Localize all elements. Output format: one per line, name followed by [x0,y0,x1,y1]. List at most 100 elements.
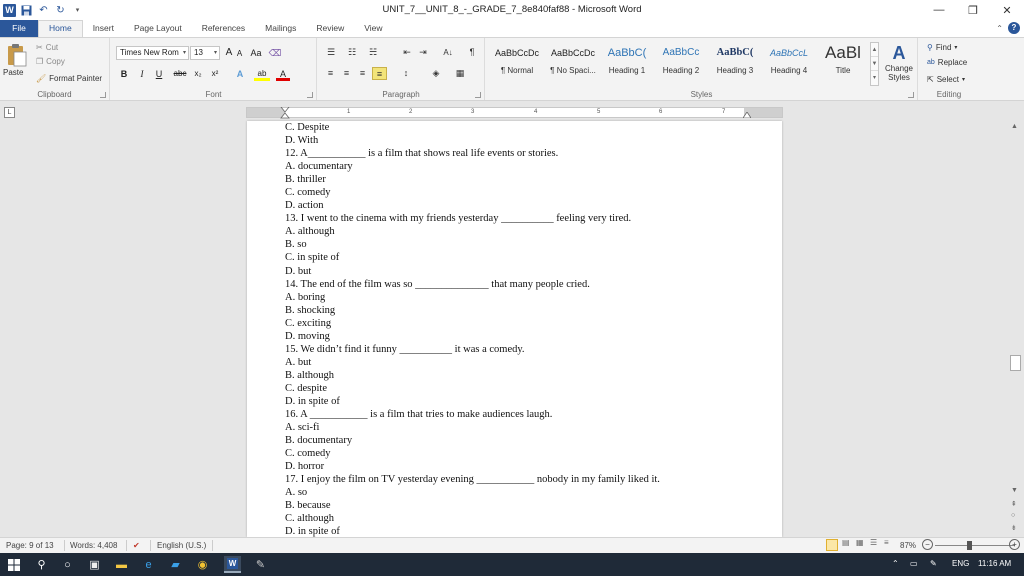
cut-button[interactable]: ✂ Cut [36,43,58,52]
size-dropdown-icon[interactable]: ▾ [214,47,217,59]
tab-selector-icon[interactable]: L [4,107,15,118]
minimize-button[interactable]: — [922,0,956,20]
scroll-thumb[interactable] [1010,355,1021,371]
help-icon[interactable]: ? [1008,22,1020,34]
format-painter-button[interactable]: 🖌 Format Painter [36,74,102,83]
paste-button[interactable]: Paste [3,68,23,77]
customize-qat-icon[interactable]: ▾ [71,4,84,17]
copy-button[interactable]: ❐ Copy [36,57,65,66]
chrome-icon[interactable]: ◉ [194,556,211,573]
language-indicator[interactable]: English (U.S.) [157,541,206,550]
styles-launcher-icon[interactable] [908,92,914,98]
clipboard-launcher-icon[interactable] [100,92,106,98]
font-color-button[interactable]: A [276,67,290,81]
styles-gallery-scroll[interactable]: ▲ ▼ ▾ [870,42,879,86]
strikethrough-button[interactable]: abc [171,67,189,81]
multilevel-list-button[interactable]: ☵ [364,46,382,59]
next-page-icon[interactable]: ⇟ [1011,524,1017,532]
start-icon[interactable] [5,556,22,573]
bold-button[interactable]: B [118,67,130,81]
superscript-button[interactable]: x² [208,67,222,81]
style-heading-2[interactable]: AaBbCc Heading 2 [654,44,708,78]
gallery-more-icon[interactable]: ▾ [871,71,878,85]
draft-icon[interactable]: ≡ [884,538,889,547]
zoom-out-icon[interactable]: − [922,539,933,550]
font-size-box[interactable]: 13 ▾ [190,46,220,60]
vertical-scrollbar[interactable]: ▲ ▼ ⇞ ○ ⇟ [1007,101,1024,537]
grow-font-button[interactable]: A [224,46,234,60]
change-styles-button[interactable]: A Change Styles [882,42,916,82]
print-layout-icon[interactable] [826,539,838,551]
battery-icon[interactable]: ▭ [910,559,918,568]
gallery-down-icon[interactable]: ▼ [871,57,878,71]
style-heading-3[interactable]: AaBbC( Heading 3 [708,44,762,78]
clear-formatting-button[interactable]: ⌫ [268,46,282,60]
right-indent-marker-icon[interactable] [743,112,751,118]
align-left-button[interactable]: ≡ [324,67,337,80]
zoom-slider[interactable] [935,545,1015,546]
borders-button[interactable]: ▦ [452,67,468,80]
font-dropdown-icon[interactable]: ▾ [183,47,186,59]
italic-button[interactable]: I [136,67,148,81]
show-marks-button[interactable]: ¶ [466,46,478,59]
edge-icon[interactable]: e [140,556,157,573]
full-screen-icon[interactable]: ▤ [842,538,850,547]
search-icon[interactable]: ⚲ [33,556,50,573]
minimize-ribbon-icon[interactable]: ⌃ [996,24,1003,33]
center-button[interactable]: ≡ [340,67,353,80]
style-no-spacing[interactable]: AaBbCcDc ¶ No Spaci... [546,44,600,78]
app-taskbar-icon[interactable]: ✎ [252,556,269,573]
pen-icon[interactable]: ✎ [930,559,937,568]
shading-button[interactable]: ◈ [428,67,444,80]
tab-home[interactable]: Home [38,20,83,37]
tab-mailings[interactable]: Mailings [255,21,306,37]
web-layout-icon[interactable]: ▦ [856,538,864,547]
word-count[interactable]: Words: 4,408 [70,541,117,550]
underline-button[interactable]: U [153,67,165,81]
close-button[interactable]: ✕ [990,0,1024,20]
cortana-icon[interactable]: ○ [59,556,76,573]
font-launcher-icon[interactable] [307,92,313,98]
zoom-level[interactable]: 87% [900,541,916,550]
subscript-button[interactable]: x₂ [191,67,205,81]
undo-icon[interactable]: ↶ [37,4,50,17]
outline-icon[interactable]: ☰ [870,538,877,547]
scroll-down-icon[interactable]: ▼ [1011,487,1018,494]
save-icon[interactable] [20,4,33,17]
highlight-button[interactable]: ab [254,67,270,81]
file-explorer-icon[interactable]: ▬ [113,556,130,573]
bullets-button[interactable]: ☰ [322,46,340,59]
text-effects-button[interactable]: A [233,67,247,81]
browse-object-icon[interactable]: ○ [1011,512,1015,519]
line-spacing-button[interactable]: ↕ [398,67,414,80]
change-case-button[interactable]: Aa [248,46,264,60]
document-page[interactable]: C. Despite D. With 12. A___________ is a f… [247,121,782,537]
paste-icon[interactable] [6,43,27,67]
tab-references[interactable]: References [192,21,255,37]
find-button[interactable]: ⚲ Find ▾ [927,43,957,52]
proofing-icon[interactable]: ✔ [133,541,140,550]
tray-expand-icon[interactable]: ⌃ [892,559,899,568]
sort-button[interactable]: A↓ [440,46,456,59]
tab-view[interactable]: View [354,21,392,37]
redo-icon[interactable]: ↻ [54,4,67,17]
replace-button[interactable]: ab Replace [927,58,967,67]
style-title[interactable]: AaBl Title [816,44,870,78]
justify-button[interactable]: ≡ [372,67,387,80]
language-tray[interactable]: ENG [952,559,969,568]
font-name-box[interactable]: Times New Rom ▾ [116,46,189,60]
tab-review[interactable]: Review [306,21,354,37]
zoom-slider-handle[interactable] [967,541,972,550]
task-view-icon[interactable]: ▣ [86,556,103,573]
horizontal-ruler[interactable]: 1 2 3 4 5 6 7 [246,107,783,119]
page-indicator[interactable]: Page: 9 of 13 [6,541,54,550]
increase-indent-button[interactable]: ⇥ [416,46,430,59]
zoom-in-icon[interactable]: + [1009,539,1020,550]
document-body[interactable]: C. Despite D. With 12. A___________ is a f… [285,121,755,537]
gallery-up-icon[interactable]: ▲ [871,43,878,57]
prev-page-icon[interactable]: ⇞ [1011,500,1017,508]
store-icon[interactable]: ▰ [167,556,184,573]
restore-button[interactable]: ❐ [956,0,990,20]
scroll-up-icon[interactable]: ▲ [1011,123,1018,130]
shrink-font-button[interactable]: A [235,47,244,61]
